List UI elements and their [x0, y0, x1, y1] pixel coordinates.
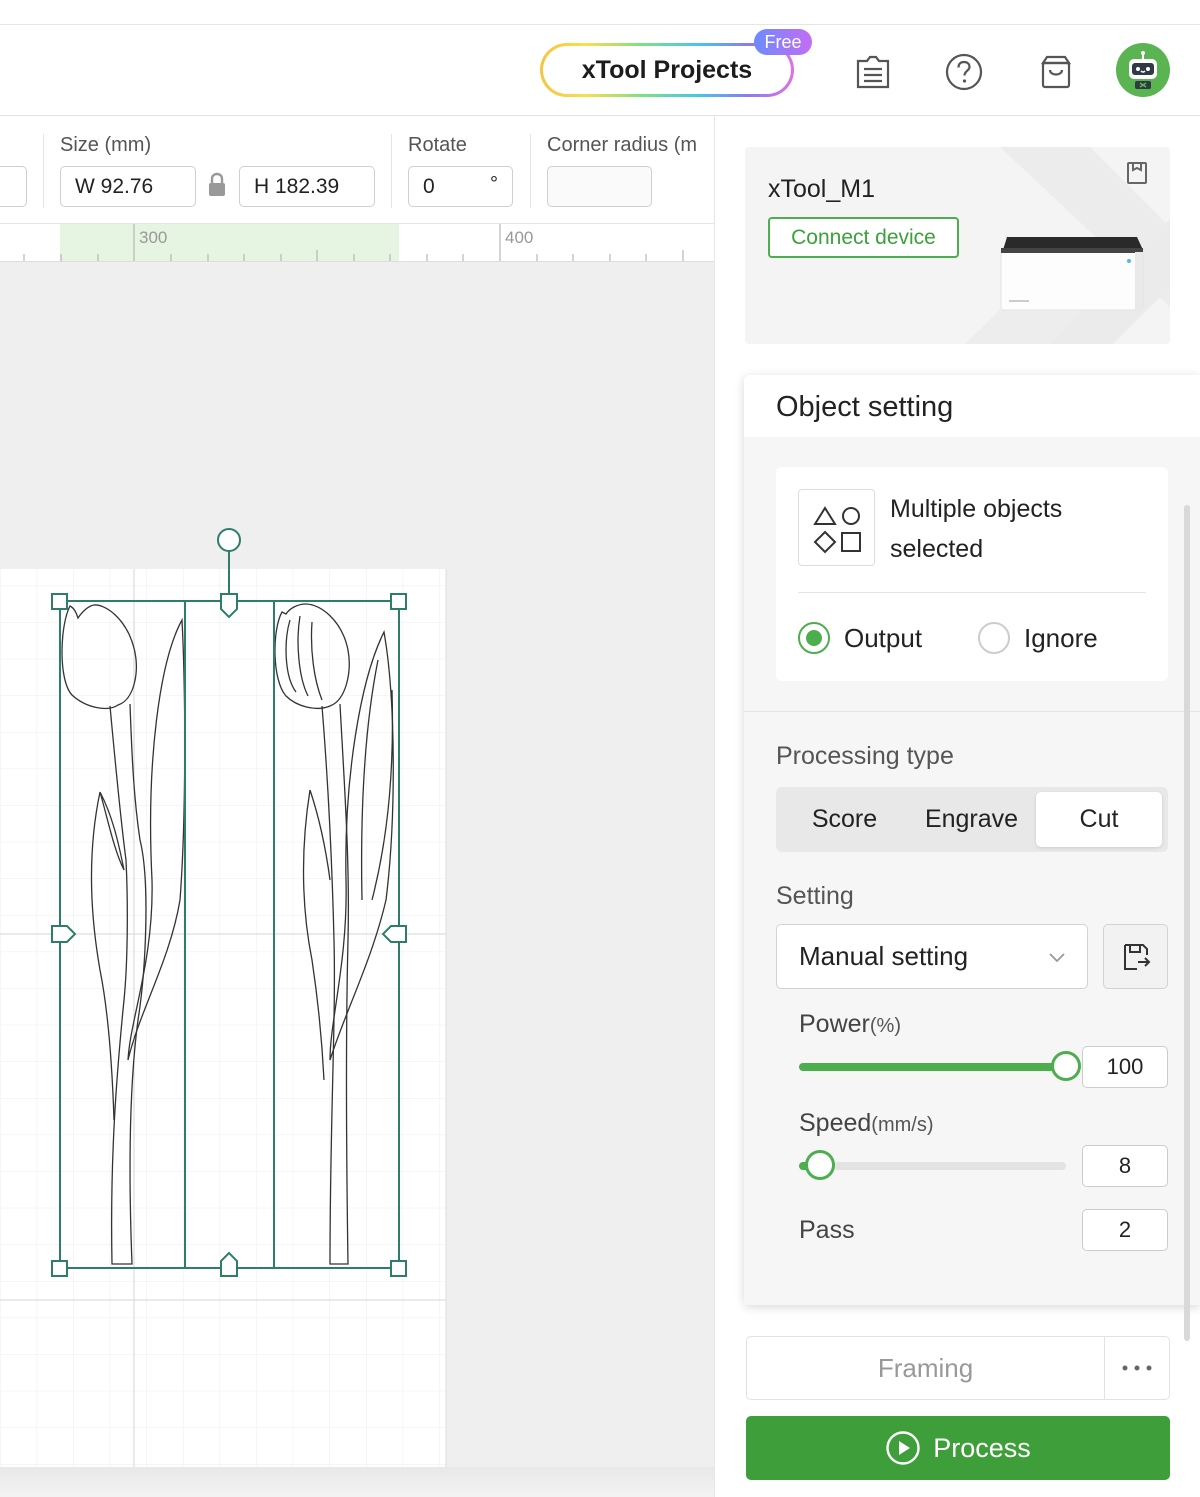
notes-icon[interactable]: [851, 50, 895, 94]
speed-label-text: Speed: [799, 1109, 872, 1137]
horizontal-ruler: 300 400: [0, 224, 714, 262]
ignore-radio-indicator: [978, 622, 1010, 654]
save-setting-button[interactable]: [1103, 924, 1168, 989]
help-icon[interactable]: [942, 50, 986, 94]
speed-unit: (mm/s): [871, 1114, 934, 1136]
chevron-down-icon: [1049, 953, 1065, 963]
rotate-value: 0: [423, 174, 435, 198]
shapes-icon: [798, 489, 875, 566]
resize-handle-bottom-right[interactable]: [390, 1260, 407, 1277]
power-label: Power(%): [799, 1010, 901, 1039]
lock-icon[interactable]: [206, 172, 228, 203]
resize-handle-top-right[interactable]: [390, 593, 407, 610]
xtool-projects-label: xTool Projects: [543, 46, 791, 94]
setting-label: Setting: [776, 882, 854, 910]
speed-label: Speed(mm/s): [799, 1109, 934, 1138]
processing-type-segmented-control: Score Engrave Cut: [776, 787, 1168, 852]
width-input[interactable]: W 92.76: [60, 166, 196, 207]
ruler-ticks: [23, 224, 684, 261]
property-toolbar: Size (mm) W 92.76 H 182.39 Rotate 0 ° Co…: [0, 116, 714, 224]
selection-info-text: Multiple objects selected: [890, 495, 1063, 563]
top-header: xTool Projects Free: [0, 0, 1200, 116]
selection-info-box: Multiple objects selected Output Ignore: [776, 467, 1168, 681]
output-radio-label: Output: [844, 622, 923, 653]
rotate-handle[interactable]: [217, 528, 241, 552]
degree-unit: °: [490, 173, 498, 195]
corner-radius-label: Corner radius (m: [547, 134, 698, 156]
speed-slider[interactable]: [799, 1150, 1066, 1180]
toolbar-divider: [530, 134, 531, 208]
save-export-icon: [1123, 943, 1150, 970]
shop-icon[interactable]: [1034, 50, 1078, 94]
power-slider[interactable]: [799, 1051, 1081, 1081]
section-divider: [744, 711, 1200, 712]
resize-handle-bottom-left[interactable]: [51, 1260, 68, 1277]
pass-label: Pass: [799, 1216, 855, 1244]
power-slider-fill: [799, 1063, 1066, 1071]
power-unit: (%): [869, 1015, 901, 1037]
ruler-label-300: 300: [139, 228, 168, 247]
object-setting-title: Object setting: [776, 391, 954, 423]
play-icon: [886, 1431, 920, 1465]
work-area-grid: [0, 569, 446, 1467]
power-label-text: Power: [799, 1010, 870, 1038]
setting-select[interactable]: Manual setting: [776, 924, 1088, 989]
ignore-radio[interactable]: Ignore: [978, 622, 1098, 654]
power-slider-thumb[interactable]: [1051, 1051, 1081, 1081]
design-canvas[interactable]: [0, 262, 714, 1467]
laser-machine-image: [1000, 237, 1144, 311]
xtool-projects-button[interactable]: xTool Projects: [540, 43, 794, 97]
more-options-button[interactable]: [1104, 1336, 1170, 1400]
output-radio-indicator: [798, 622, 830, 654]
setting-select-value: Manual setting: [799, 941, 969, 971]
process-button[interactable]: Process: [746, 1416, 1170, 1480]
more-dots-icon: [1122, 1365, 1152, 1371]
rotate-input[interactable]: 0 °: [408, 166, 513, 207]
object-setting-panel: Object setting Multiple objects selected…: [744, 375, 1200, 1341]
robot-avatar-icon[interactable]: [1116, 43, 1170, 97]
panel-scrollbar[interactable]: [1184, 505, 1190, 1341]
processing-type-cut[interactable]: Cut: [1036, 792, 1162, 847]
device-card: xTool_M1 Connect device: [745, 147, 1170, 344]
toolbar-divider: [391, 134, 392, 208]
speed-slider-thumb[interactable]: [805, 1150, 836, 1180]
power-input[interactable]: 100: [1082, 1046, 1168, 1088]
processing-type-engrave[interactable]: Engrave: [908, 792, 1035, 847]
ruler-label-400: 400: [505, 228, 534, 247]
resize-handle-top-left[interactable]: [51, 593, 68, 610]
canvas-bottom-bar: [0, 1467, 714, 1497]
connect-device-button[interactable]: Connect device: [768, 217, 959, 258]
rotate-label: Rotate: [408, 134, 467, 156]
processing-type-score[interactable]: Score: [781, 792, 908, 847]
speed-input[interactable]: 8: [1082, 1145, 1168, 1187]
position-input-partial[interactable]: [0, 166, 27, 207]
object-setting-body: Multiple objects selected Output Ignore …: [744, 437, 1200, 1341]
device-name: xTool_M1: [768, 175, 875, 203]
bookmark-icon[interactable]: [1126, 161, 1152, 189]
pass-input[interactable]: 2: [1082, 1209, 1168, 1251]
size-label: Size (mm): [60, 134, 152, 156]
free-badge: Free: [754, 29, 812, 55]
selection-info-divider: [798, 592, 1146, 593]
toolbar-divider: [43, 134, 44, 208]
framing-button[interactable]: Framing: [746, 1336, 1105, 1400]
output-radio[interactable]: Output: [798, 622, 922, 654]
processing-type-label: Processing type: [776, 742, 954, 770]
header-divider: [0, 24, 1200, 25]
corner-radius-input[interactable]: [547, 166, 652, 207]
process-button-label: Process: [933, 1432, 1031, 1463]
height-input[interactable]: H 182.39: [239, 166, 375, 207]
ignore-radio-label: Ignore: [1024, 622, 1098, 653]
